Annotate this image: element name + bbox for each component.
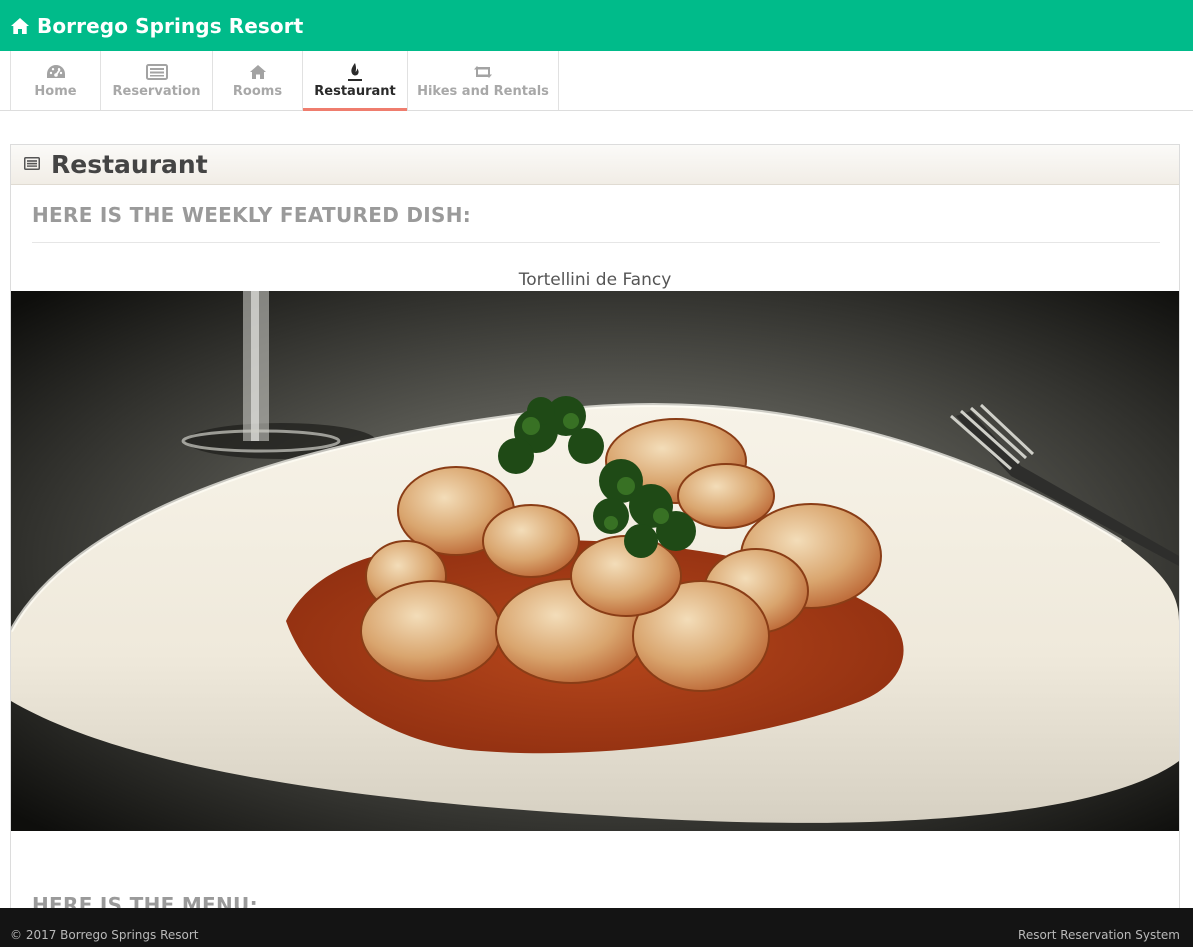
- divider: [32, 242, 1160, 243]
- main-nav: Home Reservation Rooms Restaurant Hikes …: [0, 51, 1193, 111]
- home-icon: [249, 63, 267, 81]
- list-icon: [24, 155, 40, 174]
- tab-restaurant[interactable]: Restaurant: [302, 51, 407, 111]
- home-icon: [10, 17, 30, 35]
- dish-name: Tortellini de Fancy: [518, 270, 672, 290]
- restaurant-panel: Restaurant HERE IS THE WEEKLY FEATURED D…: [10, 144, 1180, 947]
- app-window: Borrego Springs Resort Home Reservation …: [0, 0, 1193, 947]
- tab-rooms[interactable]: Rooms: [212, 51, 302, 110]
- retweet-icon: [472, 63, 494, 81]
- top-bar: Borrego Springs Resort: [0, 0, 1193, 51]
- dashboard-icon: [46, 63, 66, 81]
- site-title: Borrego Springs Resort: [37, 13, 304, 38]
- panel-header: Restaurant: [11, 145, 1179, 185]
- featured-dish-image: [11, 291, 1179, 831]
- tab-label: Rooms: [232, 83, 283, 99]
- footer: © 2017 Borrego Springs Resort Resort Res…: [0, 908, 1193, 947]
- fire-icon: [347, 62, 363, 81]
- footer-system-name: Resort Reservation System: [1018, 928, 1180, 942]
- tab-label: Hikes and Rentals: [417, 83, 549, 99]
- tab-hikes-and-rentals[interactable]: Hikes and Rentals: [407, 51, 559, 110]
- tab-reservation[interactable]: Reservation: [100, 51, 212, 110]
- tab-label: Reservation: [112, 83, 201, 99]
- footer-copyright: © 2017 Borrego Springs Resort: [10, 928, 199, 942]
- featured-dish-heading: HERE IS THE WEEKLY FEATURED DISH:: [32, 203, 472, 227]
- page-title: Restaurant: [51, 150, 208, 179]
- tab-home[interactable]: Home: [10, 51, 100, 110]
- tab-label: Home: [34, 83, 77, 99]
- tab-label: Restaurant: [314, 83, 396, 99]
- brand-link[interactable]: Borrego Springs Resort: [10, 14, 303, 38]
- list-icon: [145, 63, 168, 81]
